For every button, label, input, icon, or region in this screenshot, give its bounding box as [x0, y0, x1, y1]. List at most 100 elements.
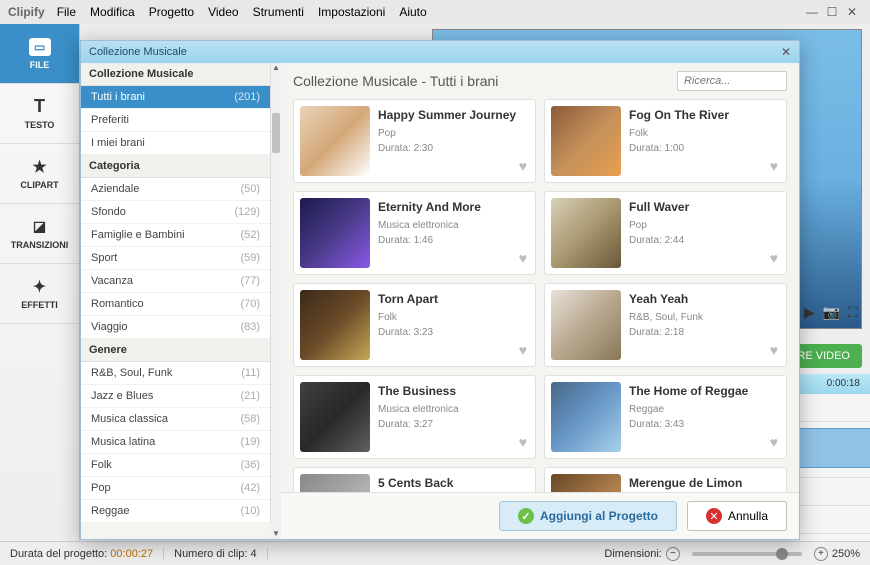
track-title: Happy Summer Journey	[378, 106, 529, 124]
transitions-icon: ◪	[29, 218, 51, 236]
dimensions-label: Dimensioni:	[604, 548, 661, 560]
menu-help[interactable]: Aiuto	[399, 5, 426, 19]
sidebar-item-classical[interactable]: Musica classica(58)	[81, 408, 270, 431]
menu-settings[interactable]: Impostazioni	[318, 5, 385, 19]
track-genre: Folk	[629, 126, 780, 141]
sidebar-effects-label: EFFETTI	[21, 300, 58, 310]
zoom-in-button[interactable]: +	[814, 547, 828, 561]
sidebar-item-favorites[interactable]: Preferiti	[81, 109, 270, 132]
track-genre: Folk	[378, 310, 529, 325]
track-title: Torn Apart	[378, 290, 529, 308]
sidebar-item-sport[interactable]: Sport(59)	[81, 247, 270, 270]
sidebar-section-genre: Genere	[81, 339, 270, 362]
favorite-icon[interactable]: ♥	[770, 250, 778, 266]
cancel-button[interactable]: ✕Annulla	[687, 501, 787, 531]
camera-icon[interactable]: 📷	[823, 304, 840, 321]
modal-close-button[interactable]: ✕	[781, 45, 791, 59]
app-logo: Clipify	[8, 5, 45, 19]
track-title: Merengue de Limon	[629, 474, 780, 492]
sidebar-tab-file[interactable]: ▭FILE	[0, 24, 79, 84]
menu-project[interactable]: Progetto	[149, 5, 194, 19]
track-duration: Durata: 2:44	[629, 233, 780, 248]
menu-tools[interactable]: Strumenti	[253, 5, 304, 19]
modal-title-text: Collezione Musicale	[89, 46, 187, 58]
sidebar-item-travel[interactable]: Viaggio(83)	[81, 316, 270, 339]
maximize-button[interactable]: ☐	[822, 5, 842, 19]
scroll-up-arrow[interactable]: ▲	[271, 63, 281, 73]
favorite-icon[interactable]: ♥	[519, 434, 527, 450]
sidebar-item-family[interactable]: Famiglie e Bambini(52)	[81, 224, 270, 247]
tracks-grid: Happy Summer Journey Pop Durata: 2:30 ♥ Fog…	[281, 99, 799, 492]
favorite-icon[interactable]: ♥	[770, 434, 778, 450]
time-marker: 0:00:18	[827, 378, 860, 389]
sidebar-item-jazz[interactable]: Jazz e Blues(21)	[81, 385, 270, 408]
track-card[interactable]: Happy Summer JourneyPopDurata: 2:30♥	[293, 99, 536, 183]
sidebar-item-my-tracks[interactable]: I miei brani	[81, 132, 270, 155]
sidebar-item-vacation[interactable]: Vacanza(77)	[81, 270, 270, 293]
text-icon: T	[29, 98, 51, 116]
track-genre: Pop	[629, 218, 780, 233]
album-art	[300, 382, 370, 452]
sidebar-tab-effects[interactable]: ✦ EFFETTI	[0, 264, 79, 324]
sidebar-tab-text[interactable]: TTESTO	[0, 84, 79, 144]
track-duration: Durata: 3:27	[378, 417, 529, 432]
track-card[interactable]: The Home of ReggaeReggaeDurata: 3:43♥	[544, 375, 787, 459]
sidebar-section-collection: Collezione Musicale	[81, 63, 270, 86]
track-card[interactable]: The BusinessMusica elettronicaDurata: 3:…	[293, 375, 536, 459]
track-card[interactable]: Eternity And MoreMusica elettronicaDurat…	[293, 191, 536, 275]
sidebar-tab-clipart[interactable]: ★CLIPART	[0, 144, 79, 204]
track-duration: Durata: 2:18	[629, 325, 780, 340]
favorite-icon[interactable]: ♥	[770, 342, 778, 358]
favorite-icon[interactable]: ♥	[519, 158, 527, 174]
favorite-icon[interactable]: ♥	[519, 342, 527, 358]
wand-icon: ✦	[29, 278, 51, 296]
search-input[interactable]	[677, 71, 787, 91]
sidebar-item-background[interactable]: Sfondo(129)	[81, 201, 270, 224]
sidebar-item-pop[interactable]: Pop(42)	[81, 477, 270, 500]
sidebar-item-rnb[interactable]: R&B, Soul, Funk(11)	[81, 362, 270, 385]
sidebar-item-latina[interactable]: Musica latina(19)	[81, 431, 270, 454]
track-title: The Business	[378, 382, 529, 400]
menu-file[interactable]: File	[57, 5, 76, 19]
track-duration: Durata: 2:30	[378, 141, 529, 156]
close-button[interactable]: ✕	[842, 5, 862, 19]
track-card[interactable]: Full Waver PopDurata: 2:44 ♥	[544, 191, 787, 275]
scroll-down-arrow[interactable]: ▼	[271, 529, 281, 539]
sidebar-scrollbar[interactable]: ▲ ▼	[271, 63, 281, 539]
minimize-button[interactable]: —	[802, 5, 822, 19]
album-art	[300, 290, 370, 360]
clip-count: Numero di clip: 4	[174, 548, 268, 560]
album-art	[300, 198, 370, 268]
track-card[interactable]: Merengue de LimonMusica latina♥	[544, 467, 787, 492]
sidebar-transitions-label: TRANSIZIONI	[11, 240, 69, 250]
modal-titlebar[interactable]: Collezione Musicale ✕	[81, 41, 799, 63]
fullscreen-icon[interactable]: ⛶	[848, 304, 858, 321]
track-card[interactable]: Fog On The RiverFolkDurata: 1:00♥	[544, 99, 787, 183]
sidebar-item-reggae[interactable]: Reggae(10)	[81, 500, 270, 523]
play-icon[interactable]: ▶	[804, 304, 815, 321]
track-card[interactable]: 5 Cents BackRock♥	[293, 467, 536, 492]
sidebar-item-all-tracks[interactable]: Tutti i brani(201)	[81, 86, 270, 109]
scroll-thumb[interactable]	[272, 113, 280, 153]
album-art	[551, 106, 621, 176]
track-title: Full Waver	[629, 198, 780, 216]
favorite-icon[interactable]: ♥	[519, 250, 527, 266]
favorite-icon[interactable]: ♥	[770, 158, 778, 174]
sidebar-clipart-label: CLIPART	[20, 180, 58, 190]
add-to-project-button[interactable]: ✓Aggiungi al Progetto	[499, 501, 677, 531]
sidebar-item-folk[interactable]: Folk(36)	[81, 454, 270, 477]
sidebar-tab-transitions[interactable]: ◪ TRANSIZIONI	[0, 204, 79, 264]
zoom-out-button[interactable]: −	[666, 547, 680, 561]
track-title: Eternity And More	[378, 198, 529, 216]
track-card[interactable]: Torn ApartFolkDurata: 3:23♥	[293, 283, 536, 367]
check-icon: ✓	[518, 508, 534, 524]
track-card[interactable]: Yeah YeahR&B, Soul, FunkDurata: 2:18♥	[544, 283, 787, 367]
sidebar-item-business[interactable]: Aziendale(50)	[81, 178, 270, 201]
cancel-icon: ✕	[706, 508, 722, 524]
sidebar-item-romantic[interactable]: Romantico(70)	[81, 293, 270, 316]
zoom-slider[interactable]	[692, 552, 802, 556]
menu-edit[interactable]: Modifica	[90, 5, 135, 19]
menu-video[interactable]: Video	[208, 5, 238, 19]
modal-footer: ✓Aggiungi al Progetto ✕Annulla	[281, 492, 799, 539]
album-art	[551, 382, 621, 452]
